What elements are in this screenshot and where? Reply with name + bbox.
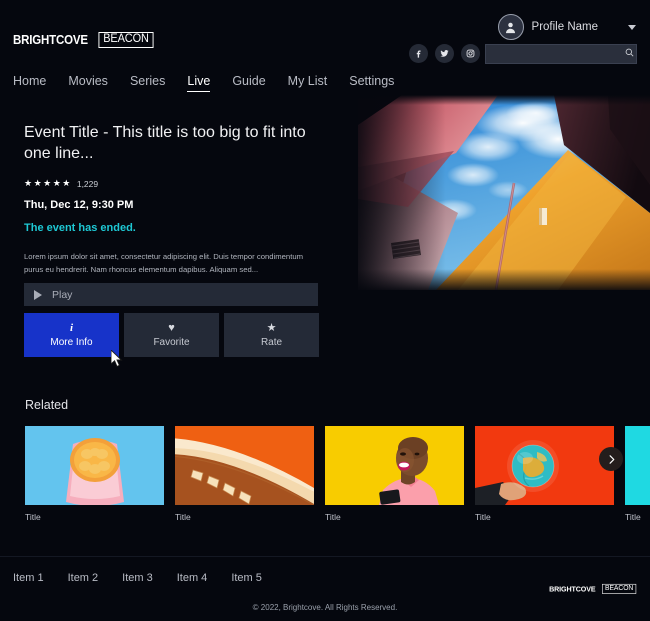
instagram-icon[interactable] <box>461 44 480 63</box>
related-card-2-label: Title <box>175 512 191 522</box>
chevron-down-icon[interactable] <box>628 24 636 30</box>
search-input[interactable] <box>492 48 624 60</box>
nav-item-my-list[interactable]: My List <box>277 74 339 92</box>
rating-row: ★★★★★ 1,229 <box>24 178 324 189</box>
nav-item-home[interactable]: Home <box>13 74 57 92</box>
related-card-4-label: Title <box>475 512 491 522</box>
event-description: Lorem ipsum dolor sit amet, consectetur … <box>24 252 304 274</box>
related-card-3[interactable]: Title <box>325 426 464 526</box>
user-avatar-icon <box>497 14 524 40</box>
related-card-5-image <box>625 426 650 505</box>
footer-link-item-2[interactable]: Item 2 <box>56 572 111 584</box>
related-card-4-image <box>475 426 614 505</box>
copyright-text: © 2022, Brightcove. All Rights Reserved. <box>252 603 398 612</box>
nav-item-live[interactable]: Live <box>176 74 221 92</box>
search-icon[interactable] <box>624 45 635 63</box>
search-box[interactable] <box>485 44 637 64</box>
carousel-next-button[interactable] <box>599 447 623 471</box>
footer-links: Item 1 Item 2 Item 3 Item 4 Item 5 <box>13 572 274 584</box>
related-card-3-label: Title <box>325 512 341 522</box>
star-rating-icon: ★★★★★ <box>24 178 72 189</box>
related-card-1-label: Title <box>25 512 41 522</box>
nav-item-movies[interactable]: Movies <box>57 74 119 92</box>
rate-label: Rate <box>260 336 283 348</box>
footer-link-item-3[interactable]: Item 3 <box>110 572 165 584</box>
info-icon: i <box>69 321 74 334</box>
footer-brightcove-beacon-logo: BRIGHTCOVE BEACON <box>548 583 637 594</box>
site-header: BRIGHTCOVE BEACON Profile Name Home Movi… <box>0 0 650 95</box>
play-button[interactable]: Play <box>24 283 318 306</box>
related-card-1-image <box>25 426 164 505</box>
footer-link-item-4[interactable]: Item 4 <box>165 572 220 584</box>
event-datetime: Thu, Dec 12, 9:30 PM <box>24 199 134 212</box>
related-carousel: Title Title Title Title Title <box>25 426 650 526</box>
more-info-button[interactable]: i More Info <box>24 313 119 357</box>
facebook-icon[interactable] <box>409 44 428 63</box>
related-card-2[interactable]: Title <box>175 426 314 526</box>
star-icon: ★ <box>266 321 277 334</box>
nav-item-guide[interactable]: Guide <box>221 74 276 92</box>
rating-count: 1,229 <box>76 178 99 189</box>
footer-divider <box>0 556 650 557</box>
status-badge: The event has ended. <box>24 222 136 235</box>
related-card-4[interactable]: Title <box>475 426 614 526</box>
footer-link-item-1[interactable]: Item 1 <box>13 572 56 584</box>
nav-item-settings[interactable]: Settings <box>338 74 405 92</box>
brightcove-beacon-logo[interactable]: BRIGHTCOVE BEACON <box>13 31 155 49</box>
favorite-button[interactable]: ♥ Favorite <box>124 313 219 357</box>
more-info-label: More Info <box>50 336 93 348</box>
event-detail: Event Title - This title is too big to f… <box>24 122 324 276</box>
hero-image <box>358 95 650 290</box>
related-card-3-image <box>325 426 464 505</box>
action-buttons: i More Info ♥ Favorite ★ Rate <box>24 313 319 357</box>
play-triangle-icon <box>34 289 42 300</box>
main-nav: Home Movies Series Live Guide My List Se… <box>13 74 405 92</box>
related-card-5[interactable]: Title <box>625 426 650 526</box>
twitter-icon[interactable] <box>435 44 454 63</box>
footer-link-item-5[interactable]: Item 5 <box>219 572 274 584</box>
logo-wordmark: BRIGHTCOVE <box>13 33 88 47</box>
related-card-1[interactable]: Title <box>25 426 164 526</box>
page-title: Event Title - This title is too big to f… <box>24 124 306 163</box>
related-card-2-image <box>175 426 314 505</box>
heart-icon: ♥ <box>168 321 175 334</box>
play-button-label: Play <box>52 288 73 301</box>
social-links <box>409 44 480 63</box>
footer-logo-wordmark: BRIGHTCOVE <box>548 584 596 594</box>
logo-beacon-box: BEACON <box>98 32 154 48</box>
nav-item-series[interactable]: Series <box>119 74 176 92</box>
favorite-label: Favorite <box>153 336 190 348</box>
rate-button[interactable]: ★ Rate <box>224 313 319 357</box>
footer-logo-beacon-box: BEACON <box>601 583 637 594</box>
related-card-5-label: Title <box>625 512 641 522</box>
related-heading: Related <box>25 398 69 412</box>
app-root: BRIGHTCOVE BEACON Profile Name Home Movi… <box>0 0 650 621</box>
profile-name-label: Profile Name <box>531 21 598 33</box>
profile-menu[interactable]: Profile Name <box>497 14 636 40</box>
chevron-right-icon <box>609 454 614 464</box>
